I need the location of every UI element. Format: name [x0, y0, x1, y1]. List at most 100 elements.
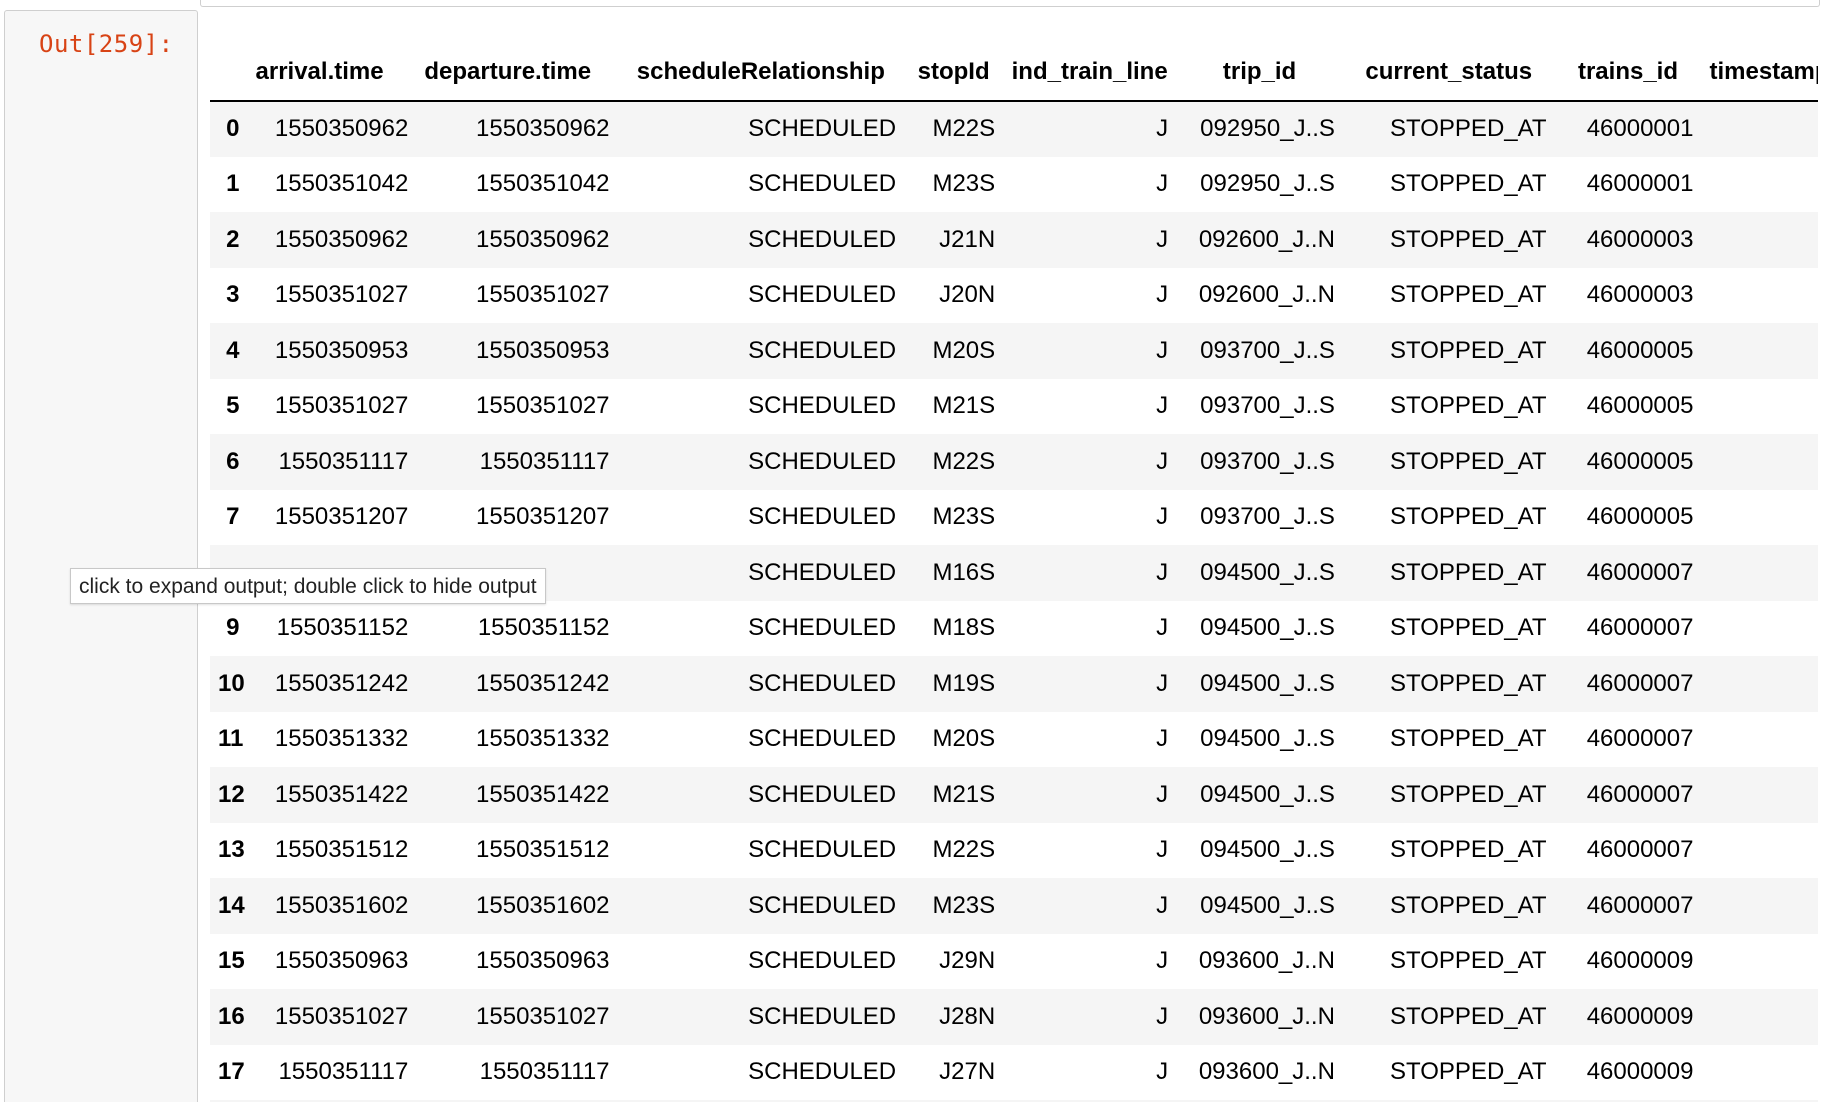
cell-trip-id: 092950_J..S: [1200, 170, 1335, 198]
cell-trip-id: 093700_J..S: [1200, 392, 1335, 420]
cell-current-status: STOPPED_AT: [1390, 503, 1547, 531]
cell-departure-time: 1550350962: [476, 115, 610, 143]
cell-arrival-time: 1550351207: [274, 503, 409, 531]
cell-current-status: STOPPED_AT: [1390, 614, 1547, 642]
cell-trip-id: 094500_J..S: [1200, 614, 1335, 642]
notebook-page: Out[259]: arrival.time departure.time sc…: [0, 0, 1830, 1102]
cell-stop-id: J21N: [939, 225, 996, 253]
cell-trip-id: 094500_J..S: [1200, 725, 1335, 753]
cell-departure-time: 1550351117: [479, 1058, 610, 1086]
cell-stop-id: M19S: [932, 669, 996, 697]
cell-trains-id: 46000001: [1586, 115, 1694, 143]
cell-trains-id: 46000007: [1586, 725, 1694, 753]
cell-arrival-time: 1550351332: [274, 725, 409, 753]
table-row: 0 1550350962 1550350962 SCHEDULED M22S J 09295…: [210, 101, 1818, 157]
cell-schedule-relationship: SCHEDULED: [748, 669, 897, 697]
table-row: 17 1550351117 1550351117 SCHEDULED J27N J 0936…: [210, 1045, 1818, 1101]
cell-trip-id: 093700_J..S: [1200, 503, 1335, 531]
cell-trains-id: 46000009: [1586, 947, 1694, 975]
cell-stop-id: J29N: [939, 947, 996, 975]
cell-ind-train-line: J: [1156, 891, 1169, 919]
cell-departure-time: 1550351602: [476, 891, 610, 919]
cell-stop-id: M22S: [932, 836, 996, 864]
cell-departure-time: 1550350953: [476, 336, 610, 364]
column-header-current-status: current_status: [1342, 44, 1555, 102]
cell-ind-train-line: J: [1156, 780, 1169, 808]
table-row: 16 1550351027 1550351027 SCHEDULED J28N J 0936…: [210, 989, 1818, 1045]
cell-trip-id: 093600_J..N: [1198, 947, 1335, 975]
cell-timestamp: 1550: [1701, 101, 1818, 157]
cell-trip-id: 093600_J..N: [1198, 1002, 1335, 1030]
cell-timestamp: 1550: [1701, 323, 1818, 379]
cell-ind-train-line: J: [1156, 1058, 1169, 1086]
cell-trip-id: 094500_J..S: [1200, 780, 1335, 808]
row-index: 9: [226, 614, 240, 642]
cell-schedule-relationship: SCHEDULED: [748, 281, 897, 309]
cell-schedule-relationship: SCHEDULED: [748, 614, 897, 642]
table-row: 4 1550350953 1550350953 SCHEDULED M20S J 09370…: [210, 323, 1818, 379]
row-index: 15: [218, 947, 245, 975]
cell-schedule-relationship: SCHEDULED: [748, 115, 897, 143]
column-header-stop-id: stopId: [904, 44, 1004, 102]
cell-trip-id: 093700_J..S: [1200, 447, 1335, 475]
cell-arrival-time: 1550351117: [278, 1058, 409, 1086]
cell-departure-time: 1550351117: [479, 447, 610, 475]
cell-trip-id: 094500_J..S: [1200, 836, 1335, 864]
cell-schedule-relationship: SCHEDULED: [748, 780, 897, 808]
cell-ind-train-line: J: [1156, 281, 1169, 309]
cell-ind-train-line: J: [1156, 336, 1169, 364]
cell-ind-train-line: J: [1156, 836, 1169, 864]
cell-trip-id: 093700_J..S: [1200, 336, 1335, 364]
table-row: 9 1550351152 1550351152 SCHEDULED M18S J 09450…: [210, 601, 1818, 657]
cell-arrival-time: 1550351027: [274, 392, 409, 420]
cell-arrival-time: 1550350962: [274, 115, 409, 143]
cell-departure-time: 1550351207: [476, 503, 610, 531]
cell-schedule-relationship: SCHEDULED: [748, 947, 897, 975]
cell-timestamp: 1550: [1701, 490, 1818, 546]
cell-timestamp: 1550: [1701, 989, 1818, 1045]
cell-ind-train-line: J: [1156, 725, 1169, 753]
cell-ind-train-line: J: [1156, 947, 1169, 975]
row-index: 3: [226, 281, 240, 309]
table-row: 14 1550351602 1550351602 SCHEDULED M23S J 0945…: [210, 878, 1818, 934]
cell-arrival-time: 1550350963: [274, 947, 409, 975]
row-index: 6: [226, 447, 240, 475]
cell-ind-train-line: J: [1156, 558, 1169, 586]
cell-arrival-time: 1550351027: [274, 281, 409, 309]
cell-trains-id: 46000007: [1586, 780, 1694, 808]
cell-trip-id: 092600_J..N: [1198, 225, 1335, 253]
cell-trains-id: 46000007: [1586, 836, 1694, 864]
cell-departure-time: 1550350963: [476, 947, 610, 975]
cell-trains-id: 46000007: [1586, 614, 1694, 642]
cell-arrival-time: 1550351602: [274, 891, 409, 919]
cell-current-status: STOPPED_AT: [1390, 669, 1547, 697]
cell-trains-id: 46000007: [1586, 558, 1694, 586]
column-header-schedule-relationship: scheduleRelationship: [617, 44, 905, 102]
cell-timestamp: 1550: [1701, 545, 1818, 601]
cell-schedule-relationship: SCHEDULED: [748, 725, 897, 753]
cell-arrival-time: 1550351027: [274, 1002, 409, 1030]
row-index: 0: [226, 115, 240, 143]
cell-current-status: STOPPED_AT: [1390, 170, 1547, 198]
cell-trains-id: 46000003: [1586, 225, 1694, 253]
column-header-trip-id: trip_id: [1176, 44, 1343, 102]
cell-arrival-time: 1550351422: [274, 780, 409, 808]
cell-current-status: STOPPED_AT: [1390, 392, 1547, 420]
row-index: 7: [226, 503, 240, 531]
cell-schedule-relationship: SCHEDULED: [748, 392, 897, 420]
cell-departure-time: 1550351512: [476, 836, 610, 864]
output-prompt-area[interactable]: Out[259]:: [4, 10, 198, 1102]
cell-timestamp: 1550: [1701, 878, 1818, 934]
cell-timestamp: 1550: [1701, 767, 1818, 823]
cell-ind-train-line: J: [1156, 170, 1169, 198]
output-prompt-label: Out[259]:: [39, 30, 174, 58]
cell-trip-id: 094500_J..S: [1200, 891, 1335, 919]
cell-ind-train-line: J: [1156, 1002, 1169, 1030]
cell-trains-id: 46000005: [1586, 503, 1694, 531]
table-row: 7 1550351207 1550351207 SCHEDULED M23S J 09370…: [210, 490, 1818, 546]
index-header: [210, 44, 248, 102]
cell-current-status: STOPPED_AT: [1390, 447, 1547, 475]
column-header-ind-train-line: ind_train_line: [1003, 44, 1177, 102]
table-row: 6 1550351117 1550351117 SCHEDULED M22S J 09370…: [210, 434, 1818, 490]
cell-current-status: STOPPED_AT: [1390, 1058, 1547, 1086]
